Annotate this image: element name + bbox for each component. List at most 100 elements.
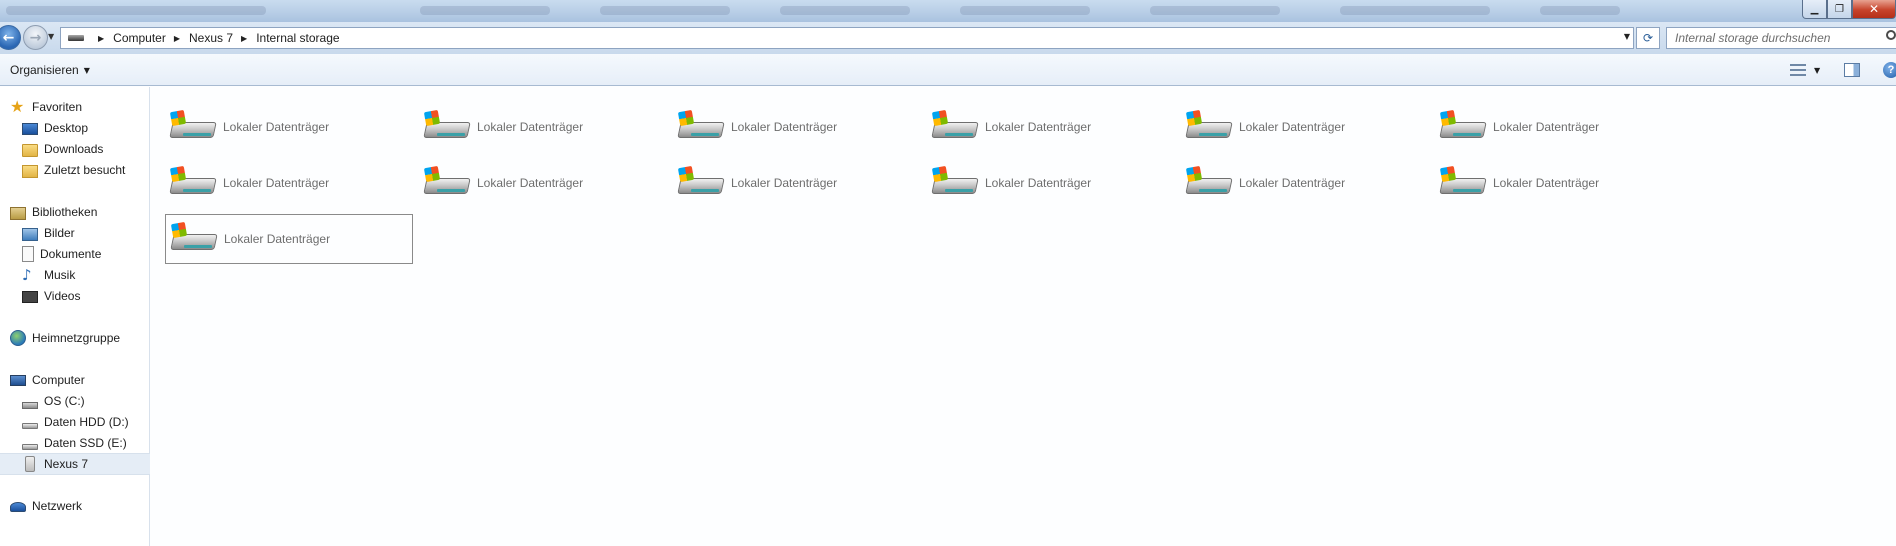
nav-label: Favoriten [32, 100, 83, 114]
breadcrumb-separator[interactable]: ▶ [241, 34, 247, 43]
back-button[interactable]: ← [0, 25, 21, 50]
drive-label: Lokaler Datenträger [477, 176, 584, 190]
nav-label: Computer [32, 373, 85, 387]
drive-item[interactable]: Lokaler Datenträger [419, 158, 667, 208]
nav-computer[interactable]: Computer [10, 370, 85, 390]
breadcrumb-separator[interactable]: ▶ [98, 34, 104, 43]
nav-label: Downloads [44, 142, 104, 156]
back-arrow-icon: ← [2, 29, 15, 46]
recent-pages-dropdown[interactable]: ▼ [48, 32, 54, 41]
local-disk-icon [1185, 109, 1233, 144]
minimize-button[interactable]: ▁ [1802, 0, 1827, 19]
drive-item[interactable]: Lokaler Datenträger [1181, 158, 1429, 208]
drive-label: Lokaler Datenträger [1493, 120, 1600, 134]
drive-item[interactable]: Lokaler Datenträger [419, 102, 667, 152]
nav-homegroup[interactable]: Heimnetzgruppe [10, 328, 120, 348]
nav-label: Netzwerk [32, 499, 83, 513]
pictures-icon [22, 228, 38, 241]
nav-item-recent[interactable]: Zuletzt besucht [22, 160, 125, 180]
drive-label: Lokaler Datenträger [224, 232, 331, 246]
address-dropdown-icon[interactable]: ▼ [1624, 32, 1630, 41]
chevron-down-icon: ▼ [83, 65, 90, 75]
change-view-icon[interactable] [1790, 63, 1806, 77]
drive-label: Lokaler Datenträger [1493, 176, 1600, 190]
drive-item[interactable]: Lokaler Datenträger [1181, 102, 1429, 152]
nav-item-desktop[interactable]: Desktop [22, 118, 88, 138]
hard-drive-icon [22, 443, 38, 450]
view-options-dropdown[interactable]: ▼ [1814, 66, 1820, 75]
drive-item[interactable]: Lokaler Datenträger [165, 214, 413, 264]
network-icon [10, 502, 26, 512]
nav-libraries[interactable]: Bibliotheken [10, 202, 97, 222]
nav-label: Daten HDD (D:) [44, 415, 129, 429]
blurred-taskbar-item [420, 6, 550, 15]
drive-item[interactable]: Lokaler Datenträger [673, 158, 921, 208]
breadcrumb-internal-storage[interactable]: Internal storage [256, 31, 339, 45]
drive-label: Lokaler Datenträger [731, 176, 838, 190]
device-icon [68, 35, 84, 41]
nav-label: Daten SSD (E:) [44, 436, 127, 450]
drive-item[interactable]: Lokaler Datenträger [165, 158, 413, 208]
nav-item-drive-c[interactable]: OS (C:) [22, 391, 85, 411]
nav-label: Bilder [44, 226, 75, 240]
breadcrumb-nexus7[interactable]: Nexus 7 [189, 31, 233, 45]
breadcrumb-computer[interactable]: Computer [113, 31, 166, 45]
nav-item-videos[interactable]: Videos [22, 286, 80, 306]
refresh-icon: ⟳ [1642, 31, 1654, 45]
nav-network[interactable]: Netzwerk [10, 496, 82, 516]
os-drive-icon [22, 401, 38, 409]
navigation-pane: ★ Favoriten Desktop Downloads Zuletzt be… [0, 87, 150, 546]
drive-item[interactable]: Lokaler Datenträger [673, 102, 921, 152]
libraries-icon [10, 207, 26, 220]
video-icon [22, 291, 38, 303]
homegroup-icon [10, 330, 26, 346]
forward-button[interactable]: → [23, 25, 48, 50]
search-input[interactable]: Internal storage durchsuchen [1666, 27, 1896, 49]
nav-label: Heimnetzgruppe [32, 331, 121, 345]
nav-item-drive-d[interactable]: Daten HDD (D:) [22, 412, 129, 432]
nav-item-music[interactable]: ♪ Musik [22, 265, 75, 285]
maximize-button[interactable]: ❐ [1827, 0, 1852, 19]
blurred-title-text [6, 6, 266, 15]
nav-item-downloads[interactable]: Downloads [22, 139, 103, 159]
nav-item-documents[interactable]: Dokumente [22, 244, 101, 264]
search-icon[interactable] [1886, 30, 1896, 40]
nav-item-pictures[interactable]: Bilder [22, 223, 75, 243]
local-disk-icon [1439, 165, 1487, 200]
refresh-button[interactable]: ⟳ [1636, 27, 1660, 49]
nav-item-drive-e[interactable]: Daten SSD (E:) [22, 433, 127, 453]
organize-menu-button[interactable]: Organisieren ▼ [10, 63, 90, 77]
nav-item-nexus7[interactable]: Nexus 7 [0, 453, 150, 475]
drive-label: Lokaler Datenträger [985, 120, 1092, 134]
drive-item[interactable]: Lokaler Datenträger [1435, 158, 1683, 208]
documents-icon [22, 246, 34, 262]
drive-item[interactable]: Lokaler Datenträger [1435, 102, 1683, 152]
search-placeholder: Internal storage durchsuchen [1675, 31, 1831, 45]
drive-item[interactable]: Lokaler Datenträger [165, 102, 413, 152]
drive-label: Lokaler Datenträger [1239, 176, 1346, 190]
drive-label: Lokaler Datenträger [985, 176, 1092, 190]
star-icon: ★ [10, 97, 25, 116]
nav-label: OS (C:) [44, 394, 85, 408]
window-controls: ▁ ❐ ✕ [1802, 0, 1896, 19]
help-icon[interactable]: ? [1883, 62, 1896, 78]
local-disk-icon [677, 109, 725, 144]
local-disk-icon [170, 221, 218, 256]
nav-label: Nexus 7 [44, 457, 89, 471]
nav-favorites[interactable]: ★ Favoriten [10, 97, 82, 117]
drive-label: Lokaler Datenträger [477, 120, 584, 134]
local-disk-icon [1439, 109, 1487, 144]
title-bar: ▁ ❐ ✕ [0, 0, 1896, 22]
address-bar[interactable]: ▶ Computer ▶ Nexus 7 ▶ Internal storage … [60, 27, 1634, 49]
preview-pane-icon[interactable] [1844, 63, 1860, 77]
drive-item[interactable]: Lokaler Datenträger [927, 158, 1175, 208]
close-button[interactable]: ✕ [1852, 0, 1896, 19]
nav-label: Dokumente [40, 247, 102, 261]
drive-item[interactable]: Lokaler Datenträger [927, 102, 1175, 152]
nav-label: Bibliotheken [32, 205, 98, 219]
nav-label: Zuletzt besucht [44, 163, 126, 177]
local-disk-icon [1185, 165, 1233, 200]
drive-label: Lokaler Datenträger [731, 120, 838, 134]
breadcrumb-separator[interactable]: ▶ [174, 34, 180, 43]
nav-label: Videos [44, 289, 81, 303]
